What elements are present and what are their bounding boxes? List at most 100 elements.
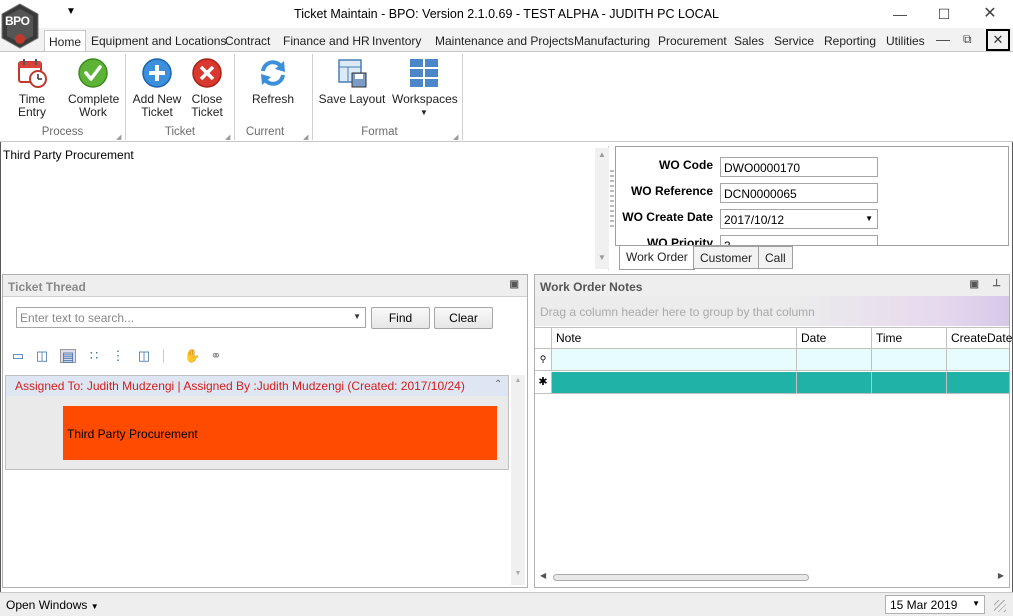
tab-customer[interactable]: Customer [693,246,760,269]
column-date[interactable]: Date [796,328,871,349]
complete-work-label-2: Work [79,105,107,119]
filter-cell-date[interactable] [796,349,871,370]
status-bar [0,592,1013,616]
link-icon[interactable]: ⚭ [208,349,224,363]
tab-finance-and-hr[interactable]: Finance and HR [283,34,370,48]
group-separator [462,54,463,140]
toolbar-divider [163,349,164,363]
mdi-restore-icon[interactable]: ⧉ [963,32,972,47]
chevron-down-icon[interactable]: ▼ [353,312,361,321]
dialog-launcher-icon[interactable]: ◢ [453,133,458,141]
chevron-down-icon: ▼ [90,602,99,611]
pan-hand-icon[interactable]: ✋ [184,349,200,363]
wo-code-field[interactable]: DWO0000170 [720,157,878,177]
tab-contract[interactable]: Contract [225,34,270,48]
dialog-launcher-icon[interactable]: ◢ [225,133,230,141]
mdi-close-icon[interactable]: ✕ [986,29,1010,51]
resize-grip-icon[interactable] [994,600,1006,612]
dialog-launcher-icon[interactable]: ◢ [303,133,308,141]
tab-manufacturing[interactable]: Manufacturing [574,34,650,48]
tab-maintenance-and-projects[interactable]: Maintenance and Projects [435,34,574,48]
work-order-notes-title: Work Order Notes [540,280,643,294]
status-date-value: 15 Mar 2019 [890,598,958,612]
work-order-panel: WO Code DWO0000170 WO Reference DCN00000… [615,146,1009,246]
tab-procurement[interactable]: Procurement [658,34,727,48]
wo-code-label: WO Code [659,158,713,172]
filter-icon: ⚲ [535,349,551,370]
pin-icon[interactable]: ⊥ [992,278,1001,289]
column-createdate[interactable]: CreateDate [946,328,1012,349]
tab-service[interactable]: Service [774,34,814,48]
group-label-ticket: Ticket [164,126,196,138]
wo-create-date-field[interactable]: 2017/10/12 ▼ [720,209,878,229]
time-entry-button[interactable]: Time Entry [5,57,59,119]
wo-create-date-label: WO Create Date [622,210,713,224]
splitter-handle[interactable] [610,170,614,230]
refresh-label: Refresh [251,92,295,106]
add-new-ticket-button[interactable]: Add New Ticket [132,57,182,119]
status-date-field[interactable]: 15 Mar 2019 ▼ [885,595,985,614]
workspaces-button[interactable]: Workspaces ▼ [392,57,458,119]
pane-restore-icon[interactable]: ▣ [510,279,519,290]
chevron-down-icon[interactable]: ▼ [972,599,980,608]
layout-columns-icon[interactable]: ◫ [34,349,50,363]
tab-work-order[interactable]: Work Order [619,246,695,270]
filter-cell-note[interactable] [551,349,796,370]
mdi-minimize-icon[interactable]: — [936,31,950,47]
new-cell-createdate[interactable] [946,372,1009,393]
description-scrollbar[interactable]: ▲ ▼ [595,148,609,269]
dialog-launcher-icon[interactable]: ◢ [116,133,121,141]
new-cell-date[interactable] [796,372,871,393]
complete-work-button[interactable]: Complete Work [68,57,119,119]
wo-reference-field[interactable]: DCN0000065 [720,183,878,203]
auto-filter-row[interactable]: ⚲ [535,349,1009,371]
thread-search-input[interactable]: Enter text to search... ▼ [16,307,366,328]
filter-cell-createdate[interactable] [946,349,1009,370]
scroll-right-icon[interactable]: ▶ [998,571,1004,580]
new-item-row[interactable]: ✱ [535,372,1009,394]
ribbon: Time Entry Complete Work Add New Ticket … [0,51,1013,142]
close-ticket-button[interactable]: Close Ticket [185,57,229,119]
tab-equipment-and-locations[interactable]: Equipment and Locations [91,34,226,48]
time-entry-label: Time Entry [17,92,46,119]
thread-scrollbar[interactable]: ▲ ▼ [511,375,525,585]
ticket-thread-header: Ticket Thread ▣ [3,275,527,297]
tab-inventory[interactable]: Inventory [372,34,421,48]
layout-tiles-icon[interactable]: ⋮ [110,349,126,363]
tab-call[interactable]: Call [758,246,793,269]
tab-reporting[interactable]: Reporting [824,34,876,48]
collapse-icon[interactable]: ⌃ [494,379,502,390]
tab-sales[interactable]: Sales [734,34,764,48]
quick-access-dropdown-icon[interactable]: ▼ [66,6,76,17]
wo-priority-field[interactable]: 3 [720,235,878,245]
tab-utilities[interactable]: Utilities [886,34,925,48]
clear-button[interactable]: Clear [434,307,493,329]
column-time[interactable]: Time [871,328,946,349]
ticket-description-editor[interactable] [1,146,609,270]
layout-single-icon[interactable]: ▭ [10,349,26,363]
thread-entry-header[interactable]: Assigned To: Judith Mudzengi | Assigned … [6,376,508,396]
group-by-panel[interactable]: Drag a column header here to group by th… [535,296,1009,326]
new-cell-note[interactable] [551,372,796,393]
scroll-thumb[interactable] [553,574,809,581]
pane-restore-icon[interactable]: ▣ [970,279,979,290]
scroll-left-icon[interactable]: ◀ [540,571,546,580]
minimize-button[interactable]: — [886,4,914,24]
notes-horizontal-scrollbar[interactable]: ◀ ▶ [540,571,1004,584]
find-button[interactable]: Find [371,307,430,329]
refresh-button[interactable]: Refresh [248,57,298,106]
layout-grid-icon[interactable]: ∷ [86,349,102,363]
open-windows-button[interactable]: Open Windows ▼ [6,598,99,612]
group-label-current: Current [245,126,285,138]
maximize-button[interactable]: ☐ [930,4,958,24]
filter-cell-time[interactable] [871,349,946,370]
save-layout-button[interactable]: Save Layout [318,57,386,106]
close-window-button[interactable]: ✕ [976,4,1004,24]
notes-grid-header: Note Date Time CreateDate [535,327,1012,349]
chevron-down-icon[interactable]: ▼ [865,214,873,223]
column-note[interactable]: Note [551,328,796,349]
layout-rows-icon[interactable]: ▤ [60,349,76,364]
layout-carousel-icon[interactable]: ◫ [136,349,152,363]
new-cell-time[interactable] [871,372,946,393]
wo-reference-label: WO Reference [630,184,713,198]
